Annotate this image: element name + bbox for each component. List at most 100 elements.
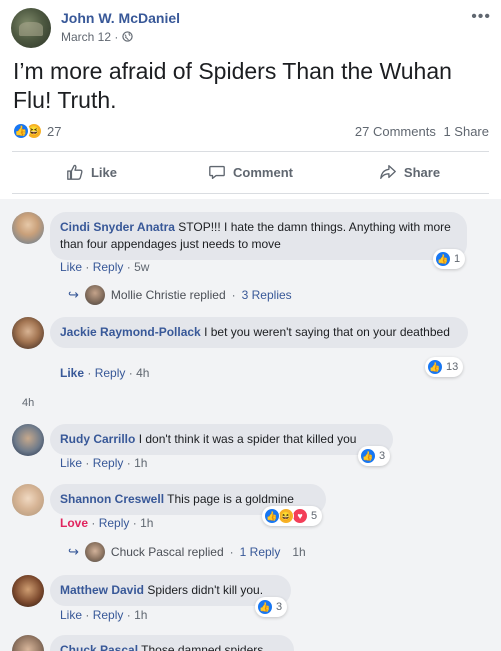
comment-actions: Like · Reply · 1h xyxy=(60,608,148,622)
comment-reactions[interactable]: 👍 13 xyxy=(425,357,464,377)
comment-text: Those damned spiders xyxy=(141,643,264,651)
reply-time: 1h xyxy=(292,545,306,559)
commenter-name[interactable]: Cindi Snyder Anatra xyxy=(60,220,175,234)
comment-text: I bet you weren't saying that on your de… xyxy=(204,325,450,339)
comment-bubble: Jackie Raymond-Pollack I bet you weren't… xyxy=(50,317,468,348)
post-date[interactable]: March 12 xyxy=(61,30,111,44)
replier-name: Chuck Pascal replied xyxy=(110,545,224,559)
view-replies[interactable]: ↪ Chuck Pascal replied · 1 Reply 1h xyxy=(68,542,306,562)
commenter-avatar[interactable] xyxy=(12,317,44,349)
comment: Shannon Creswell This page is a goldmine… xyxy=(12,484,492,534)
reaction-count: 5 xyxy=(311,510,318,522)
comment-time[interactable]: 4h xyxy=(136,366,149,380)
divider xyxy=(12,193,489,194)
comment-text: Spiders didn't kill you. xyxy=(147,583,264,597)
commenter-avatar[interactable] xyxy=(12,575,44,607)
comment-bubble: Rudy Carrillo I don't think it was a spi… xyxy=(50,424,393,455)
comment-time[interactable]: 1h xyxy=(134,456,147,470)
comment: Rudy Carrillo I don't think it was a spi… xyxy=(12,424,492,474)
comment-reactions[interactable]: 👍 1 xyxy=(433,249,466,269)
comments-count[interactable]: 27 Comments xyxy=(355,124,436,139)
comment-like-link[interactable]: Like xyxy=(60,608,82,622)
comment-bubble-icon xyxy=(209,165,225,179)
comment-love-link[interactable]: Love xyxy=(60,516,88,530)
comment-time[interactable]: 1h xyxy=(140,516,153,530)
comment-like-link[interactable]: Like xyxy=(60,366,84,380)
like-reaction-icon: 👍 xyxy=(360,448,376,464)
thumbs-up-icon xyxy=(67,164,83,180)
comment: Jackie Raymond-Pollack I bet you weren't… xyxy=(12,317,492,387)
commenter-name[interactable]: Shannon Creswell xyxy=(60,492,164,506)
post-text: I’m more afraid of Spiders Than the Wuha… xyxy=(13,58,452,113)
share-button[interactable]: Share xyxy=(330,152,489,192)
commenter-name[interactable]: Jackie Raymond-Pollack xyxy=(60,325,201,339)
haha-reaction-icon: 😆 xyxy=(278,508,294,524)
replier-avatar xyxy=(84,542,105,562)
comment-time[interactable]: 5w xyxy=(134,260,149,274)
comment-bubble: Chuck Pascal Those damned spiders xyxy=(50,635,294,651)
reactions-summary[interactable]: 👍 😆 27 xyxy=(12,121,61,141)
comment-like-link[interactable]: Like xyxy=(60,260,82,274)
replier-name: Mollie Christie replied xyxy=(110,288,226,302)
commenter-name[interactable]: Chuck Pascal xyxy=(60,643,138,651)
timestamp: 4h xyxy=(22,397,35,409)
commenter-name[interactable]: Matthew David xyxy=(60,583,144,597)
comment-time[interactable]: 1h xyxy=(134,608,147,622)
like-reaction-icon: 👍 xyxy=(12,122,30,140)
post-header: John W. McDaniel March 12 · ••• xyxy=(11,8,491,48)
reaction-count: 3 xyxy=(276,601,283,613)
shares-count[interactable]: 1 Share xyxy=(443,124,489,139)
comment-share-counts: 27 Comments 1 Share xyxy=(355,124,489,139)
meta-separator: · xyxy=(114,30,119,44)
like-label: Like xyxy=(90,164,117,180)
comment-reactions[interactable]: 👍 3 xyxy=(358,446,391,466)
like-reaction-icon: 👍 xyxy=(435,251,451,267)
post-meta: March 12 · xyxy=(61,30,133,44)
author-avatar[interactable] xyxy=(11,8,51,48)
comment-label: Comment xyxy=(233,164,293,180)
commenter-name[interactable]: Rudy Carrillo xyxy=(60,432,135,446)
comment-button[interactable]: Comment xyxy=(171,152,330,192)
comment-reactions[interactable]: 👍 3 xyxy=(255,597,288,617)
like-reaction-icon: 👍 xyxy=(427,359,443,375)
view-replies[interactable]: ↪ Mollie Christie replied · 3 Replies xyxy=(68,285,292,305)
comment-actions: Like · Reply · 5w xyxy=(60,260,150,274)
comment-reply-link[interactable]: Reply xyxy=(93,260,124,274)
reply-arrow-icon: ↪ xyxy=(68,544,79,559)
commenter-avatar[interactable] xyxy=(12,212,44,244)
comment-reply-link[interactable]: Reply xyxy=(93,608,124,622)
globe-icon[interactable] xyxy=(122,30,133,44)
author-name[interactable]: John W. McDaniel xyxy=(61,10,180,26)
reaction-count: 3 xyxy=(379,450,386,462)
like-reaction-icon: 👍 xyxy=(264,508,280,524)
comment-text: I don't think it was a spider that kille… xyxy=(138,432,357,446)
comment-reply-link[interactable]: Reply xyxy=(93,456,124,470)
reply-arrow-icon: ↪ xyxy=(68,287,79,302)
like-reaction-icon: 👍 xyxy=(257,599,273,615)
comment: Chuck Pascal Those damned spiders xyxy=(12,635,492,651)
commenter-avatar[interactable] xyxy=(12,484,44,516)
comment-actions: Like · Reply · 4h xyxy=(60,366,150,380)
commenter-avatar[interactable] xyxy=(12,424,44,456)
more-options-icon[interactable]: ••• xyxy=(471,8,491,26)
comment-bubble: Matthew David Spiders didn't kill you. xyxy=(50,575,291,606)
love-reaction-icon: ♥ xyxy=(292,508,308,524)
commenter-avatar[interactable] xyxy=(12,635,44,651)
reaction-count: 1 xyxy=(454,253,461,265)
replies-count: 3 Replies xyxy=(241,288,292,302)
comment: Matthew David Spiders didn't kill you. 👍… xyxy=(12,575,492,625)
comment-actions: Like · Reply · 1h xyxy=(60,456,148,470)
action-bar: Like Comment Share xyxy=(12,152,489,192)
like-button[interactable]: Like xyxy=(12,152,171,192)
comment-actions: Love · Reply · 1h xyxy=(60,516,154,530)
comment-reply-link[interactable]: Reply xyxy=(99,516,130,530)
comment-text: This page is a goldmine xyxy=(167,492,294,506)
replies-count: 1 Reply xyxy=(239,545,281,559)
comment-like-link[interactable]: Like xyxy=(60,456,82,470)
comments-section: Cindi Snyder Anatra STOP!!! I hate the d… xyxy=(0,199,501,651)
comment-bubble: Cindi Snyder Anatra STOP!!! I hate the d… xyxy=(50,212,467,260)
comment-reply-link[interactable]: Reply xyxy=(95,366,126,380)
reactions-count: 27 xyxy=(47,123,62,139)
replier-avatar xyxy=(84,285,105,305)
comment-reactions[interactable]: 👍 😆 ♥ 5 xyxy=(262,506,323,526)
